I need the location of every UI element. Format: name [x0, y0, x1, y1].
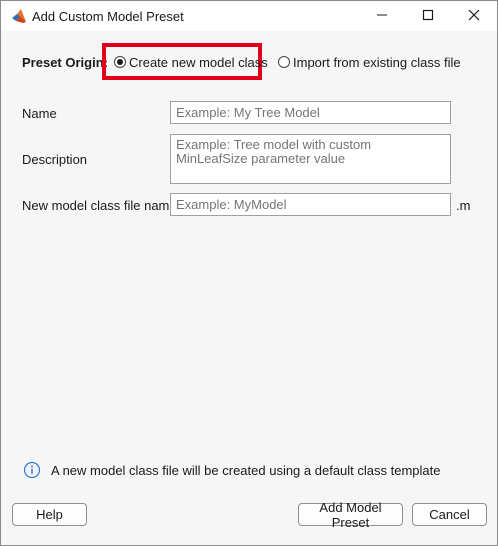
preset-origin-label: Preset Origin: [22, 55, 108, 70]
minimize-icon [376, 9, 388, 24]
description-label: Description [22, 152, 88, 167]
matlab-logo-icon [11, 8, 27, 24]
title-bar[interactable]: Add Custom Model Preset [1, 1, 497, 31]
help-button[interactable]: Help [12, 503, 87, 526]
file-name-label: New model class file name [22, 198, 177, 213]
file-extension-label: .m [456, 198, 471, 213]
info-icon [23, 461, 41, 479]
name-label: Name [22, 106, 57, 121]
create-new-radio-label[interactable]: Create new model class [129, 55, 268, 70]
description-input[interactable] [170, 134, 451, 184]
import-existing-radio[interactable] [278, 56, 290, 68]
import-existing-radio-label[interactable]: Import from existing class file [293, 55, 461, 70]
dialog-window: Add Custom Model Preset Preset Origin: C… [0, 0, 498, 546]
create-new-radio[interactable] [114, 56, 126, 68]
maximize-icon [422, 9, 434, 24]
cancel-button[interactable]: Cancel [412, 503, 487, 526]
add-model-preset-button[interactable]: Add Model Preset [298, 500, 403, 530]
minimize-button[interactable] [359, 1, 405, 31]
close-button[interactable] [451, 1, 497, 31]
name-input[interactable] [170, 101, 451, 124]
close-icon [468, 9, 480, 24]
file-name-input[interactable] [170, 193, 451, 216]
window-title: Add Custom Model Preset [32, 9, 184, 24]
maximize-button[interactable] [405, 1, 451, 31]
info-message: A new model class file will be created u… [51, 463, 441, 478]
